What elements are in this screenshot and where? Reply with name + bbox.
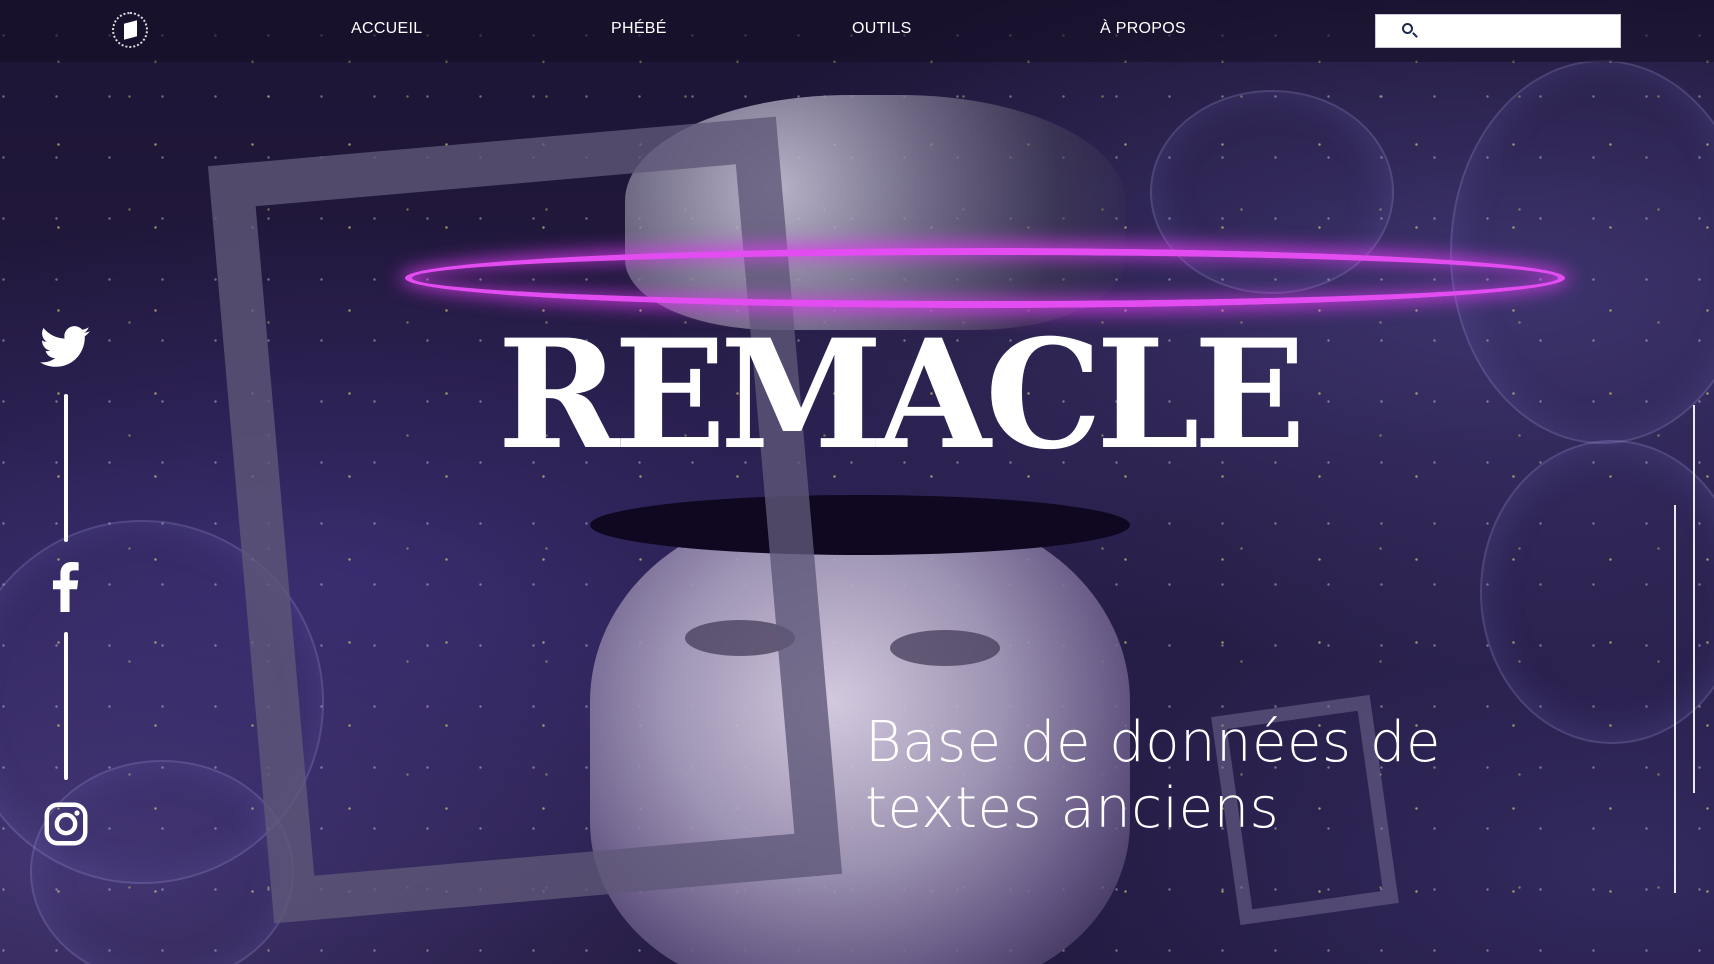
statue-right-eye (890, 630, 1000, 666)
nav-item-a-propos[interactable]: À PROPOS (1100, 20, 1186, 38)
hero-page: REMACLE Base de données de textes ancien… (0, 0, 1714, 964)
instagram-icon[interactable] (44, 802, 88, 846)
nav-item-outils[interactable]: OUTILS (852, 20, 912, 38)
site-logo-icon[interactable] (112, 12, 148, 48)
top-navbar: ACCUEIL PHÉBÉ OUTILS À PROPOS (0, 0, 1714, 62)
hero-title: REMACLE (497, 307, 1306, 483)
social-divider-2 (64, 632, 68, 780)
social-divider-1 (64, 394, 68, 542)
hero-subtitle: Base de données de textes anciens (865, 710, 1505, 842)
decorative-frame (207, 116, 843, 924)
scroll-indicator-line (1674, 505, 1676, 893)
book-icon (124, 20, 137, 40)
twitter-icon[interactable] (40, 326, 90, 368)
neon-halo-ring (405, 248, 1565, 308)
hero-subtitle-line2: textes anciens (865, 776, 1280, 841)
nav-item-phebe[interactable]: PHÉBÉ (611, 20, 667, 38)
scroll-indicator-line-2 (1693, 405, 1695, 793)
nav-item-accueil[interactable]: ACCUEIL (351, 20, 422, 38)
facebook-icon[interactable] (50, 562, 80, 612)
search-input[interactable] (1424, 19, 1618, 45)
search-icon[interactable] (1402, 23, 1413, 34)
hero-subtitle-line1: Base de données de (865, 710, 1441, 775)
search-box[interactable] (1375, 14, 1621, 48)
